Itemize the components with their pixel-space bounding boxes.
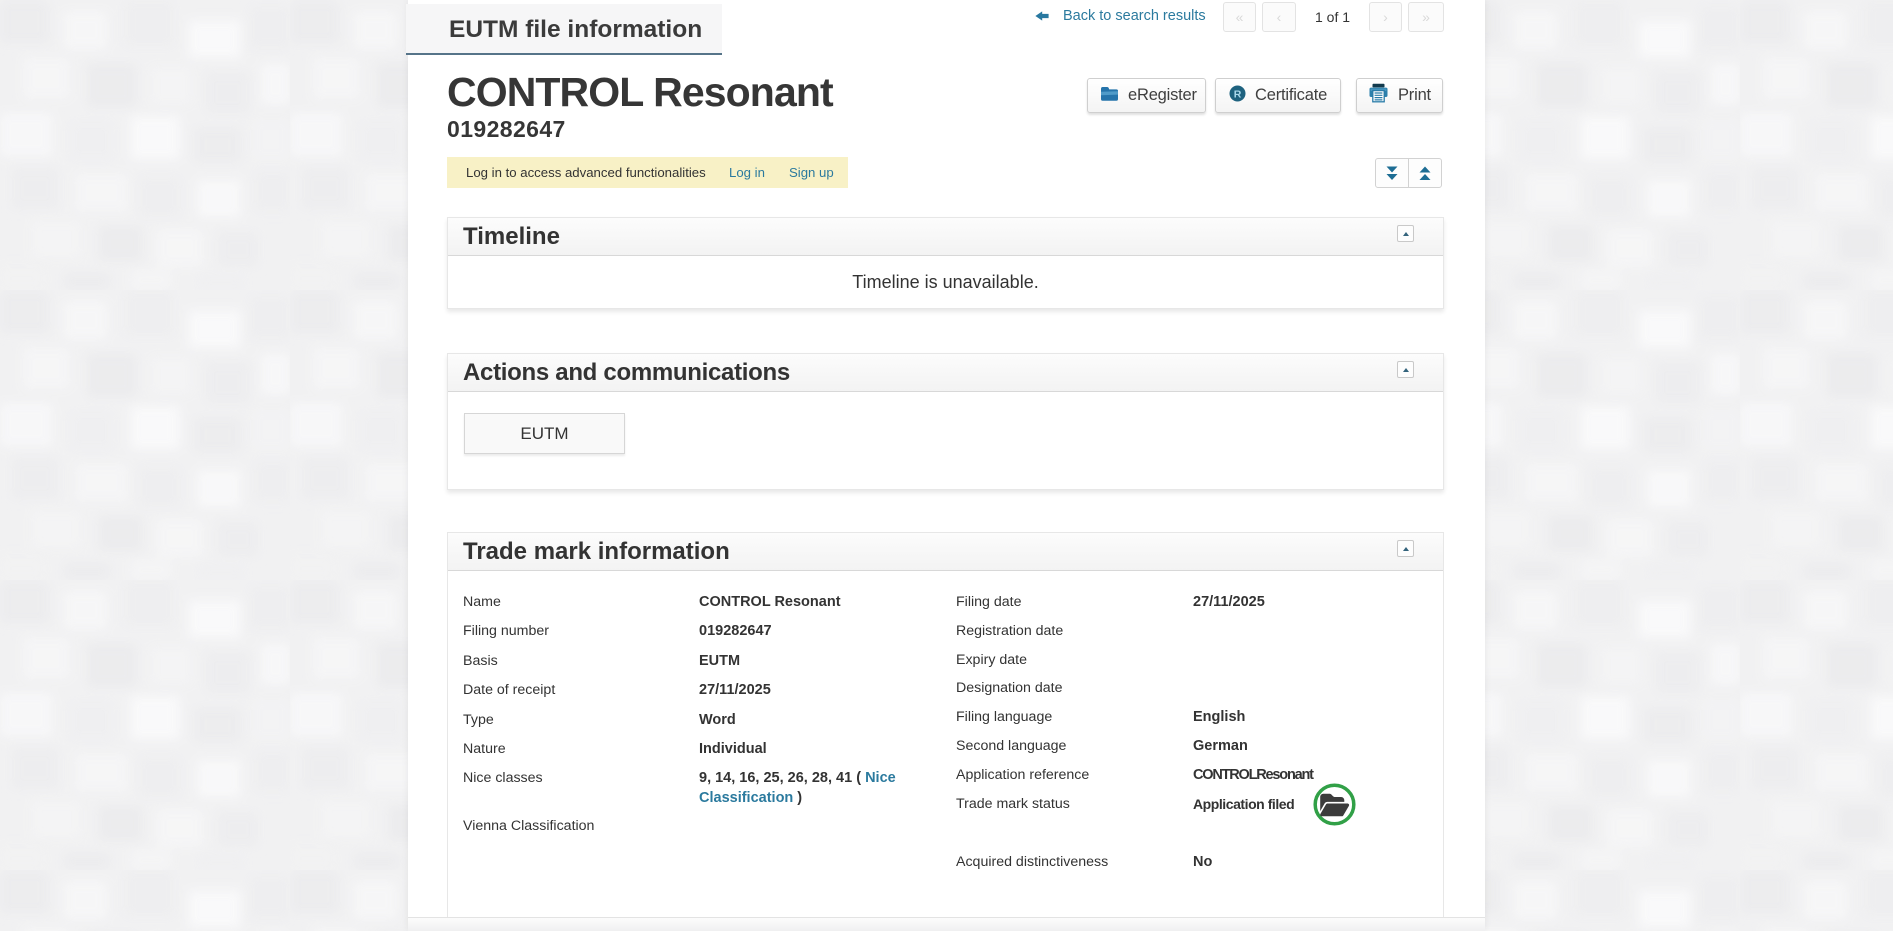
svg-text:R: R bbox=[1234, 88, 1242, 100]
